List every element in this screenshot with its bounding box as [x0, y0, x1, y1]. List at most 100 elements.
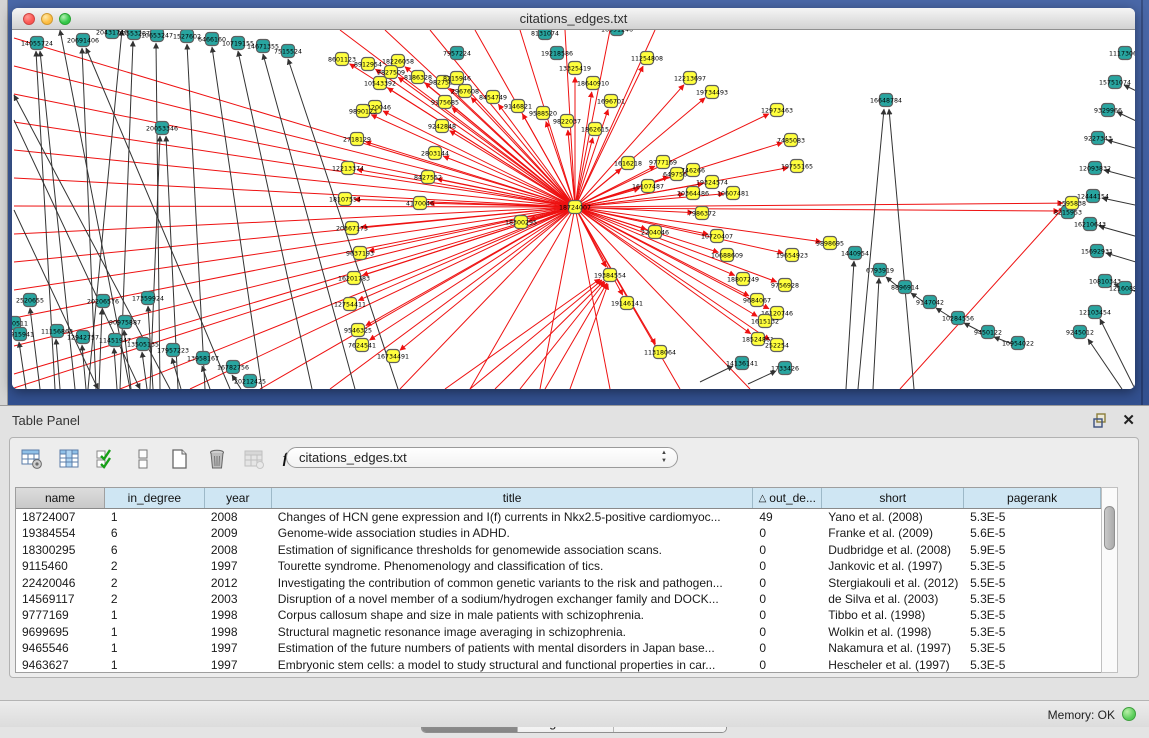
- citation-edge-black[interactable]: [846, 261, 854, 389]
- citation-edge-red[interactable]: [14, 38, 575, 207]
- graph-node-label: 19654923: [776, 252, 808, 259]
- table-body: 1872400712008Changes of HCN gene express…: [16, 509, 1101, 673]
- network-view-window[interactable]: citations_edges.txt 18724007140557242069…: [12, 8, 1135, 389]
- column-header-label: in_degree: [128, 491, 181, 505]
- rows-icon[interactable]: [129, 446, 156, 472]
- select-all-icon[interactable]: [92, 446, 119, 472]
- citation-edge-black[interactable]: [1100, 319, 1135, 389]
- citation-edge-red[interactable]: [400, 207, 575, 389]
- graph-node-label: 18226058: [382, 58, 414, 65]
- citation-edge-black[interactable]: [187, 44, 205, 389]
- table-cell: 2: [105, 591, 205, 607]
- citation-edge-red[interactable]: [371, 115, 575, 207]
- table-panel-body: f(x) citations_edges.txt ▲▼ namein_degre…: [9, 437, 1139, 678]
- citation-edge-red[interactable]: [540, 207, 575, 389]
- table-cell: 18300295: [16, 542, 105, 558]
- citation-edge-black[interactable]: [700, 366, 733, 382]
- citation-edge-black[interactable]: [889, 109, 914, 389]
- citation-edge-black[interactable]: [212, 47, 262, 389]
- table-cell: 9777169: [16, 607, 105, 623]
- citation-edge-black[interactable]: [1124, 85, 1135, 97]
- graph-node-label: 16648784: [870, 97, 902, 104]
- column-header-in_degree[interactable]: in_degree: [105, 488, 205, 508]
- citation-edge-red[interactable]: [14, 206, 575, 207]
- citation-edge-red[interactable]: [470, 280, 602, 389]
- graph-node-label: 746266: [681, 167, 705, 174]
- delete-column-icon[interactable]: [203, 446, 230, 472]
- graph-node-label: 10284556: [942, 315, 974, 322]
- citation-edge-red[interactable]: [450, 131, 575, 207]
- citation-edge-black[interactable]: [202, 366, 210, 389]
- citation-edge-red[interactable]: [369, 207, 575, 251]
- graph-node-label: 8912954: [354, 61, 382, 68]
- citation-edge-red[interactable]: [330, 207, 575, 389]
- table-cell: 2: [105, 558, 205, 574]
- new-column-icon[interactable]: [166, 446, 193, 472]
- graph-node-label: 2803144: [421, 150, 449, 157]
- table-row[interactable]: 969969511998Structural magnetic resonanc…: [16, 624, 1101, 640]
- citation-network-graph[interactable]: 1872400714055724206914062043174610553287…: [12, 30, 1135, 389]
- citation-edge-red[interactable]: [358, 207, 575, 300]
- table-scrollbar[interactable]: [1101, 487, 1118, 673]
- citation-edge-black[interactable]: [14, 120, 140, 389]
- graph-node-label: 12444154: [1077, 193, 1109, 200]
- window-titlebar[interactable]: citations_edges.txt: [12, 8, 1135, 30]
- citation-edge-black[interactable]: [82, 345, 86, 389]
- table-cell: 0: [753, 591, 822, 607]
- delete-table-icon[interactable]: [240, 446, 267, 472]
- table-cell: Wolkin et al. (1998): [822, 624, 964, 640]
- table-row[interactable]: 1872400712008Changes of HCN gene express…: [16, 509, 1101, 525]
- citation-edge-black[interactable]: [56, 339, 60, 389]
- table-row[interactable]: 1938455462009Genome-wide association stu…: [16, 525, 1101, 541]
- column-header-name[interactable]: name: [16, 488, 105, 508]
- table-row[interactable]: 1456911722003Disruption of a novel membe…: [16, 591, 1101, 607]
- scrollbar-thumb[interactable]: [1104, 506, 1115, 550]
- citation-edge-red[interactable]: [14, 150, 575, 207]
- table-panel-header: Table Panel ✕: [0, 406, 1149, 434]
- column-header-pagerank[interactable]: pagerank: [964, 488, 1101, 508]
- table-cell: 5.3E-5: [964, 558, 1101, 574]
- column-header-out_de[interactable]: △out_de...: [753, 488, 822, 508]
- graph-node-label: 9822037: [553, 118, 581, 125]
- table-row[interactable]: 911546021997Tourette syndrome. Phenomeno…: [16, 558, 1101, 574]
- citation-edge-black[interactable]: [748, 371, 776, 384]
- citation-edge-black[interactable]: [873, 278, 879, 389]
- citation-edge-red[interactable]: [14, 207, 575, 234]
- table-options-icon[interactable]: [18, 446, 45, 472]
- table-cell: 2009: [205, 525, 272, 541]
- citation-edge-red[interactable]: [495, 281, 604, 389]
- citation-edge-red[interactable]: [190, 207, 575, 389]
- column-header-label: out_de...: [769, 491, 816, 505]
- column-header-short[interactable]: short: [822, 488, 964, 508]
- table-cell: 18724007: [16, 509, 105, 525]
- citation-edge-red[interactable]: [520, 282, 605, 389]
- table-row[interactable]: 1830029562008Estimation of significance …: [16, 542, 1101, 558]
- column-header-year[interactable]: year: [205, 488, 272, 508]
- table-selector-combobox[interactable]: citations_edges.txt ▲▼: [286, 447, 678, 468]
- citation-edge-red[interactable]: [14, 66, 575, 207]
- citation-edge-black[interactable]: [114, 348, 117, 389]
- citation-edge-red[interactable]: [443, 156, 575, 207]
- table-cell: 5.9E-5: [964, 542, 1101, 558]
- citation-edge-red[interactable]: [575, 85, 684, 207]
- table-row[interactable]: 2242004622012Investigating the contribut…: [16, 575, 1101, 591]
- citation-edge-red[interactable]: [575, 203, 1063, 207]
- citation-edge-black[interactable]: [142, 352, 147, 389]
- citation-edge-black[interactable]: [1088, 339, 1122, 389]
- network-canvas[interactable]: 1872400714055724206914062043174610553287…: [12, 30, 1135, 389]
- graph-node-label: 11254808: [631, 55, 663, 62]
- graph-node-label: 10543392: [364, 80, 396, 87]
- column-header-title[interactable]: title: [272, 488, 754, 508]
- table-row[interactable]: 977716911998Corpus callosum shape and si…: [16, 607, 1101, 623]
- float-panel-icon[interactable]: [1093, 412, 1109, 428]
- close-panel-icon[interactable]: ✕: [1122, 411, 1135, 429]
- graph-node-label: 90975887: [109, 319, 141, 326]
- citation-edge-red[interactable]: [575, 194, 684, 207]
- show-columns-icon[interactable]: [55, 446, 82, 472]
- citation-edge-black[interactable]: [19, 342, 26, 389]
- citation-edge-black[interactable]: [30, 308, 40, 389]
- table-row[interactable]: 946554611997Estimation of the future num…: [16, 640, 1101, 656]
- citation-edge-red[interactable]: [14, 207, 575, 374]
- citation-edge-red[interactable]: [388, 88, 575, 207]
- table-row[interactable]: 946362711997Embryonic stem cells: a mode…: [16, 657, 1101, 673]
